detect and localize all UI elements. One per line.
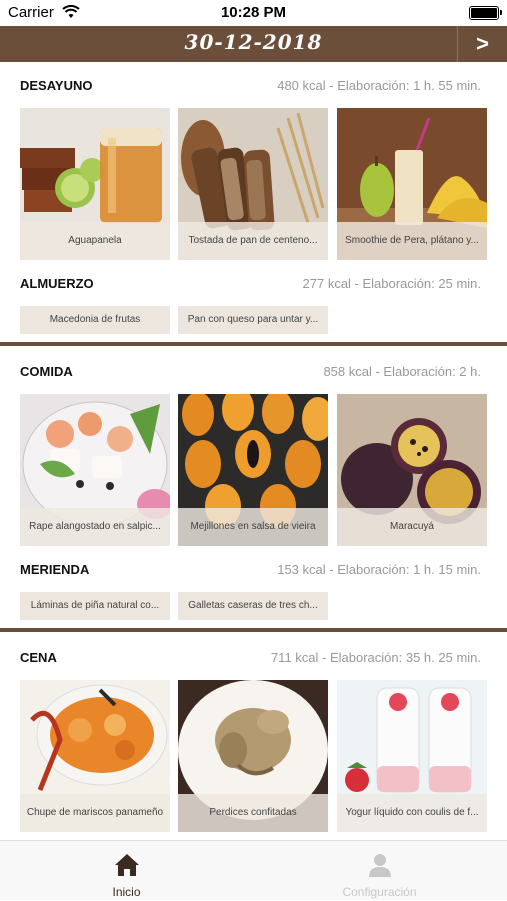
- recipe-card-chupe[interactable]: Chupe de mariscos panameño: [20, 680, 170, 832]
- recipe-name: Perdices confitadas: [178, 794, 328, 832]
- meal-info-desayuno: 480 kcal - Elaboración: 1 h. 55 min.: [277, 78, 481, 93]
- chevron-right-icon: >: [476, 31, 489, 56]
- meal-info-merienda: 153 kcal - Elaboración: 1 h. 15 min.: [277, 562, 481, 577]
- recipe-chip[interactable]: Macedonia de frutas: [20, 306, 170, 334]
- recipe-name: Tostada de pan de centeno...: [178, 222, 328, 260]
- status-bar: Carrier 10:28 PM: [0, 0, 507, 26]
- home-icon: [115, 854, 139, 876]
- recipe-card-maracuya[interactable]: Maracuyá: [337, 394, 487, 546]
- meal-title-merienda: MERIENDA: [20, 562, 90, 577]
- recipe-chip[interactable]: Láminas de piña natural co...: [20, 592, 170, 620]
- tab-bar: Inicio Configuración: [0, 840, 507, 900]
- meal-title-comida: COMIDA: [20, 364, 73, 379]
- recipe-card-aguapanela[interactable]: Aguapanela: [20, 108, 170, 260]
- tab-inicio[interactable]: Inicio: [0, 841, 253, 901]
- meal-title-cena: CENA: [20, 650, 57, 665]
- tab-label: Inicio: [112, 885, 141, 899]
- recipe-name: Aguapanela: [20, 222, 170, 260]
- meal-title-desayuno: DESAYUNO: [20, 78, 93, 93]
- recipe-name: Chupe de mariscos panameño: [20, 794, 170, 832]
- current-date: 30-12-2018: [184, 30, 323, 54]
- recipe-chip[interactable]: Galletas caseras de tres ch...: [178, 592, 328, 620]
- recipe-card-yogur[interactable]: Yogur líquido con coulis de f...: [337, 680, 487, 832]
- recipe-name: Maracuyá: [337, 508, 487, 546]
- recipe-card-smoothie[interactable]: Smoothie de Pera, plátano y...: [337, 108, 487, 260]
- user-icon: [369, 854, 391, 877]
- meal-title-almuerzo: ALMUERZO: [20, 276, 94, 291]
- meal-plan-list[interactable]: DESAYUNO 480 kcal - Elaboración: 1 h. 55…: [0, 62, 507, 840]
- recipe-card-mejillones[interactable]: Mejillones en salsa de vieira: [178, 394, 328, 546]
- meal-info-cena: 711 kcal - Elaboración: 35 h. 25 min.: [270, 650, 481, 665]
- next-day-button[interactable]: >: [457, 26, 507, 62]
- battery-icon: [469, 6, 502, 20]
- recipe-name: Mejillones en salsa de vieira: [178, 508, 328, 546]
- recipe-name: Rape alangostado en salpic...: [20, 508, 170, 546]
- recipe-card-tostada[interactable]: Tostada de pan de centeno...: [178, 108, 328, 260]
- section-divider: [0, 628, 507, 632]
- meal-info-almuerzo: 277 kcal - Elaboración: 25 min.: [302, 276, 481, 291]
- date-header: 30-12-2018 >: [0, 26, 507, 62]
- recipe-card-rape[interactable]: Rape alangostado en salpic...: [20, 394, 170, 546]
- tab-label: Configuración: [342, 885, 417, 899]
- clock: 10:28 PM: [220, 4, 287, 21]
- recipe-name: Yogur líquido con coulis de f...: [337, 794, 487, 832]
- recipe-chip[interactable]: Pan con queso para untar y...: [178, 306, 328, 334]
- meal-info-comida: 858 kcal - Elaboración: 2 h.: [323, 364, 481, 379]
- recipe-name: Smoothie de Pera, plátano y...: [337, 222, 487, 260]
- tab-configuracion[interactable]: Configuración: [253, 841, 506, 901]
- recipe-card-perdices[interactable]: Perdices confitadas: [178, 680, 328, 832]
- section-divider: [0, 342, 507, 346]
